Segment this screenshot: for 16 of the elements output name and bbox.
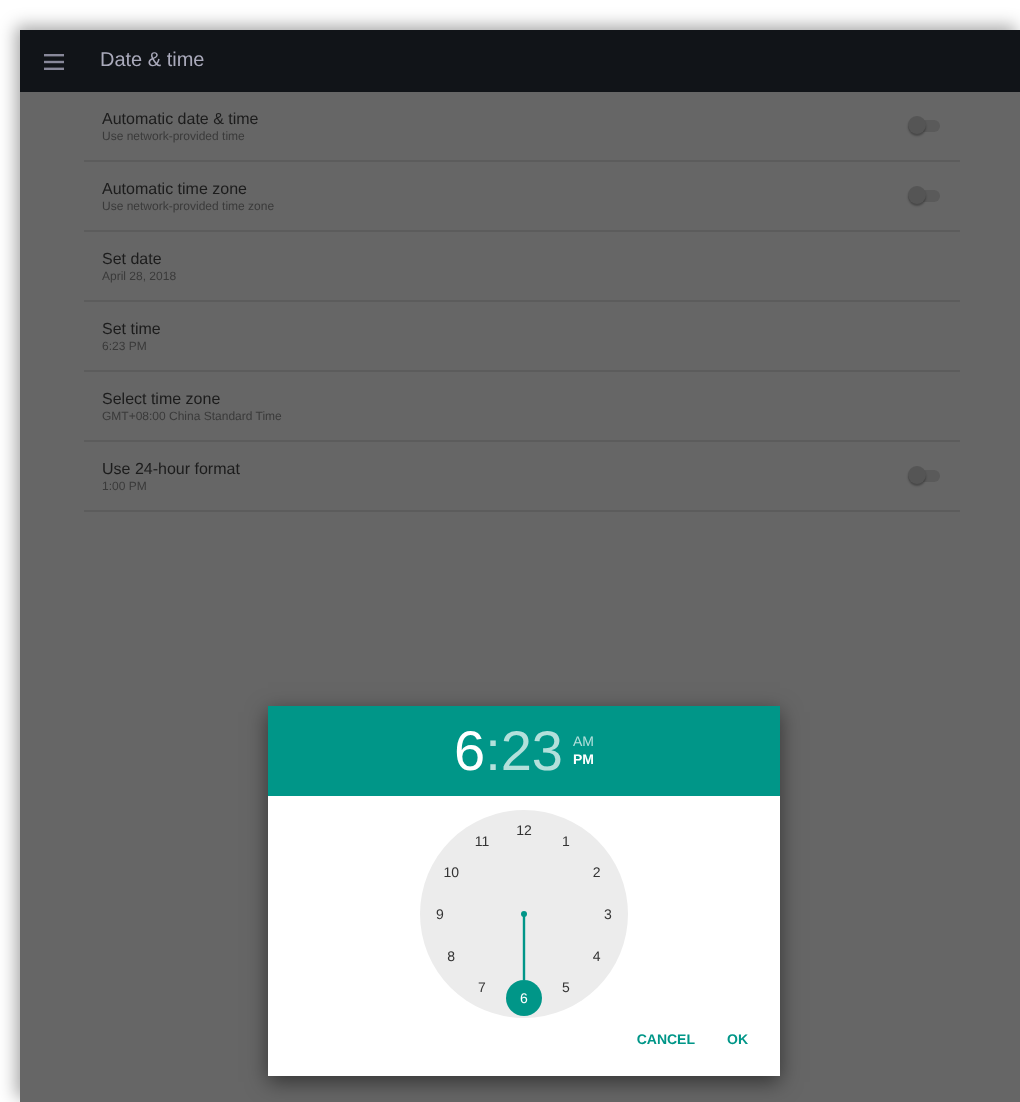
setting-title: Use 24-hour format xyxy=(102,459,242,477)
minute-text[interactable]: 23 xyxy=(500,719,563,783)
app-bar-title: Date & time xyxy=(100,50,205,72)
toggle-switch[interactable] xyxy=(908,470,940,482)
setting-title: Automatic date & time xyxy=(102,109,261,127)
time-separator: : xyxy=(485,719,501,783)
toggle-switch[interactable] xyxy=(908,120,940,132)
menu-icon[interactable] xyxy=(44,53,64,69)
toggle-switch[interactable] xyxy=(908,190,940,202)
hour-text[interactable]: 6 xyxy=(453,719,486,783)
clock-hand[interactable] xyxy=(521,911,527,980)
selected-hour-indicator[interactable] xyxy=(506,980,542,1016)
setting-title: Select time zone xyxy=(102,389,223,407)
setting-title: Set date xyxy=(102,249,164,267)
setting-title: Automatic time zone xyxy=(102,179,249,197)
setting-title: Set time xyxy=(102,319,163,337)
